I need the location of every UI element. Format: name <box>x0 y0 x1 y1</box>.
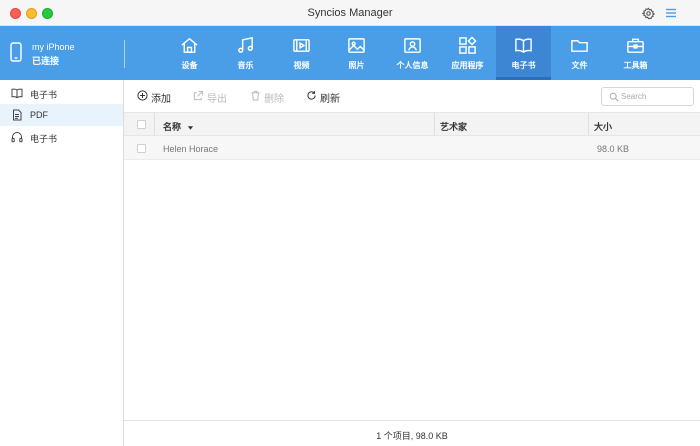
sidebar-item-ebooks[interactable]: 电子书 <box>0 82 123 104</box>
book-icon <box>11 88 23 99</box>
photo-icon <box>348 38 365 53</box>
contact-card-icon <box>404 38 421 53</box>
tab-device[interactable]: 设备 <box>162 26 217 80</box>
table-header: 名称 艺术家 大小 <box>124 112 700 136</box>
folder-icon <box>571 40 588 52</box>
book-icon <box>515 38 532 54</box>
sidebar: 电子书 PDF 电子书 <box>0 80 124 446</box>
tab-apps[interactable]: 应用程序 <box>440 26 495 80</box>
trash-icon <box>251 90 260 101</box>
main-header: my iPhone 已连接 设备 音乐 视频 照片 个人信息 应用程序 电子书 … <box>0 26 700 80</box>
gear-icon[interactable] <box>642 7 655 20</box>
toolbox-icon <box>627 38 644 53</box>
title-bar: Syncios Manager <box>0 0 700 26</box>
tab-contacts[interactable]: 个人信息 <box>385 26 440 80</box>
home-icon <box>181 37 198 53</box>
column-size-header[interactable]: 大小 <box>594 120 612 133</box>
phone-icon <box>10 42 22 62</box>
cell-size: 98.0 KB <box>597 144 630 154</box>
sidebar-item-pdf[interactable]: PDF <box>0 104 123 126</box>
apps-icon <box>459 36 477 54</box>
refresh-icon <box>307 91 316 100</box>
headphones-icon <box>11 132 23 143</box>
music-icon <box>238 37 253 53</box>
sort-down-icon <box>187 126 193 130</box>
device-name: my iPhone <box>32 42 75 52</box>
cell-name: Helen Horace <box>163 144 219 154</box>
status-summary: 1 个项目, 98.0 KB <box>376 431 448 441</box>
column-name-header[interactable]: 名称 <box>163 120 194 133</box>
search-input[interactable] <box>621 90 691 103</box>
column-artist-header[interactable]: 艺术家 <box>440 120 467 133</box>
tab-photos[interactable]: 照片 <box>329 26 384 80</box>
tab-music[interactable]: 音乐 <box>218 26 273 80</box>
search-box <box>601 87 694 106</box>
export-icon <box>193 90 204 101</box>
select-all-checkbox[interactable] <box>137 120 146 129</box>
table-row[interactable]: Helen Horace 98.0 KB <box>124 136 700 160</box>
tab-video[interactable]: 视频 <box>274 26 329 80</box>
video-icon <box>293 39 310 52</box>
document-icon <box>13 109 22 121</box>
column-separator <box>154 113 155 135</box>
column-separator <box>588 113 589 135</box>
column-separator <box>434 113 435 135</box>
device-status: 已连接 <box>32 56 60 66</box>
window-title: Syncios Manager <box>307 7 393 19</box>
status-bar: 1 个项目, 98.0 KB <box>124 420 700 446</box>
search-icon <box>609 92 619 102</box>
plus-circle-icon <box>137 90 148 101</box>
menu-icon[interactable] <box>666 8 676 18</box>
row-checkbox[interactable] <box>137 144 146 153</box>
sidebar-item-audiobooks[interactable]: 电子书 <box>0 126 123 148</box>
tab-ebooks[interactable]: 电子书 <box>496 26 551 80</box>
tab-files[interactable]: 文件 <box>552 26 607 80</box>
toolbar: 添加 导出 删除 刷新 <box>124 80 700 112</box>
device-panel[interactable]: my iPhone 已连接 <box>0 26 124 80</box>
header-divider <box>124 40 125 68</box>
tab-toolbox[interactable]: 工具箱 <box>608 26 663 80</box>
